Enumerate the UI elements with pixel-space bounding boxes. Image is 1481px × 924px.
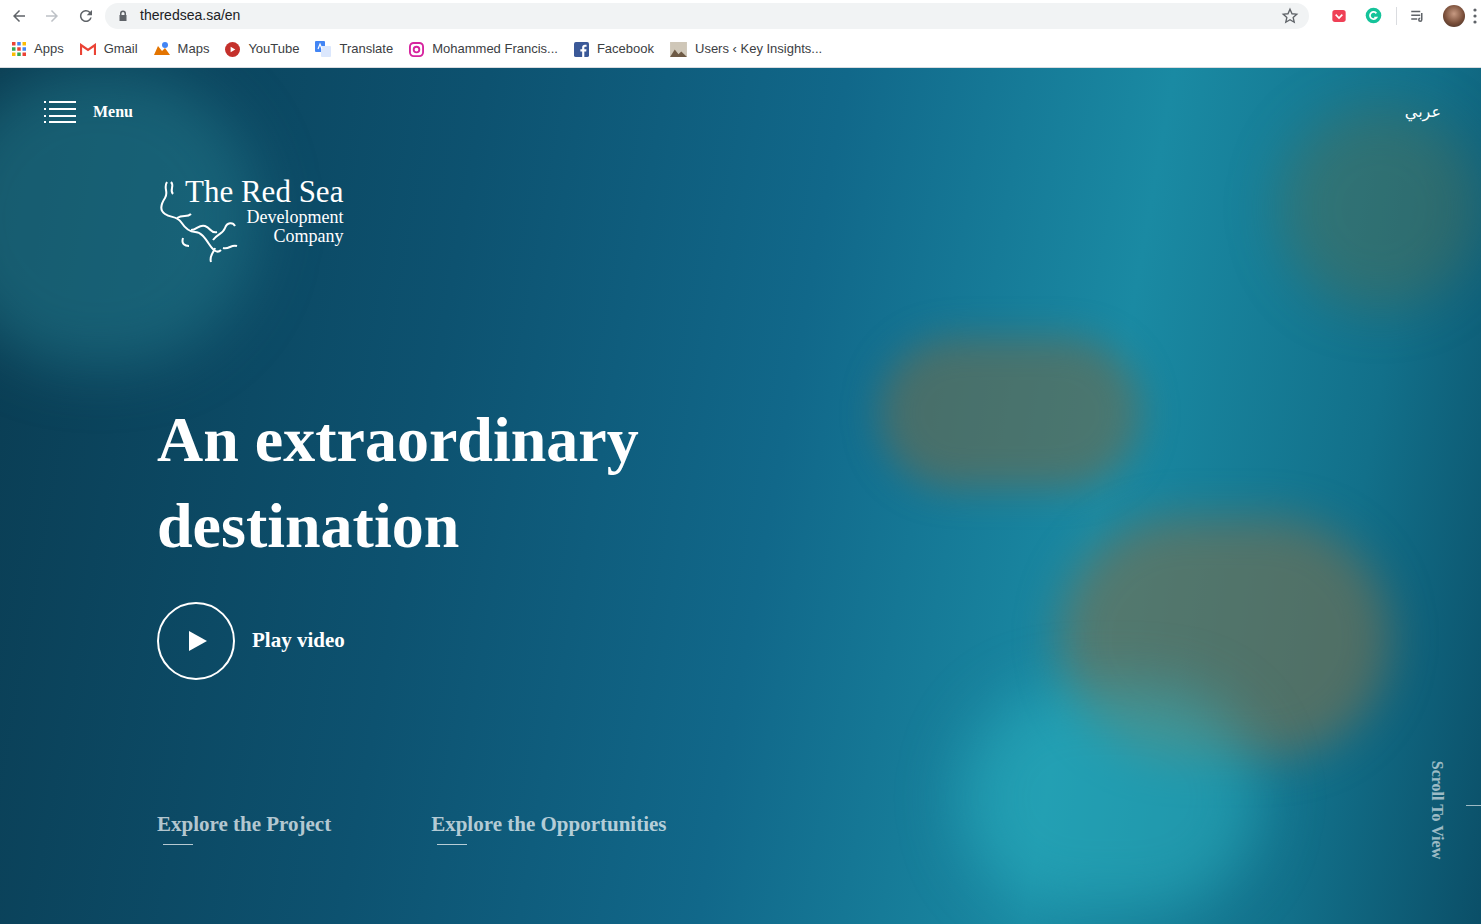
- bookmark[interactable]: Mohammed Francis...: [409, 39, 558, 59]
- bookmark-label: Apps: [34, 39, 64, 59]
- youtube-icon: [225, 42, 240, 57]
- headline-line: An extraordinary: [157, 397, 1481, 483]
- bookmark-label: Gmail: [104, 39, 138, 59]
- logo[interactable]: The Red Sea Development Company: [157, 176, 367, 266]
- bookmark-label: Users ‹ Key Insights...: [695, 39, 822, 59]
- explore-link[interactable]: Explore the Project: [157, 810, 331, 845]
- more-icon[interactable]: [1473, 8, 1477, 24]
- explore-link[interactable]: Explore the Opportunities: [431, 810, 666, 845]
- bookmark[interactable]: YouTube: [225, 39, 299, 59]
- link-underline: [163, 844, 193, 845]
- translate-icon: [315, 41, 331, 57]
- apps-icon: [12, 42, 26, 56]
- bookmark[interactable]: Gmail: [80, 39, 138, 59]
- bookmark[interactable]: Translate: [315, 39, 393, 59]
- bookmark-label: YouTube: [248, 39, 299, 59]
- headline-line: destination: [157, 483, 1481, 569]
- bookmarks-bar: Apps Gmail Maps YouTube Translate Mohammed Fr…: [0, 31, 1481, 67]
- maps-icon: [154, 41, 170, 57]
- logo-title: The Red Sea: [185, 176, 343, 208]
- website-icon: [670, 42, 687, 57]
- gmail-icon: [80, 43, 96, 55]
- media-icon[interactable]: [1409, 7, 1427, 25]
- facebook-icon: [574, 42, 589, 57]
- lock-icon: [117, 10, 129, 22]
- hamburger-icon: [44, 101, 76, 123]
- instagram-icon: [409, 42, 424, 57]
- logo-line: Company: [273, 227, 343, 246]
- grammarly-icon[interactable]: [1365, 7, 1382, 24]
- bookmark[interactable]: Facebook: [574, 39, 654, 59]
- headline: An extraordinarydestination: [157, 397, 1481, 569]
- explore-links: Explore the Project Explore the Opportuni…: [157, 810, 1481, 845]
- star-icon[interactable]: [1281, 7, 1299, 25]
- bookmark-label: Maps: [178, 39, 210, 59]
- url-text[interactable]: theredsea.sa/en: [140, 5, 240, 26]
- bookmark[interactable]: Maps: [154, 39, 210, 59]
- profile-avatar[interactable]: [1443, 5, 1465, 27]
- reload-icon[interactable]: [77, 7, 95, 25]
- browser-chrome: theredsea.sa/en Apps Gmail Maps YouTube Tran…: [0, 0, 1481, 68]
- bookmark-label: Facebook: [597, 39, 654, 59]
- hero: Menu عربي The Red Sea Development Compan…: [0, 68, 1481, 924]
- link-underline: [437, 844, 467, 845]
- play-video-button[interactable]: Play video: [157, 602, 1481, 680]
- play-icon: [189, 631, 207, 651]
- bookmark-label: Mohammed Francis...: [432, 39, 558, 59]
- logo-line: Development: [246, 208, 343, 227]
- bookmark-label: Translate: [339, 39, 393, 59]
- bookmark[interactable]: Users ‹ Key Insights...: [670, 39, 822, 59]
- address-bar[interactable]: theredsea.sa/en: [105, 3, 1309, 29]
- explore-link-label: Explore the Project: [157, 810, 331, 838]
- menu-label: Menu: [93, 100, 133, 124]
- bookmark[interactable]: Apps: [12, 39, 64, 59]
- toolbar: theredsea.sa/en: [0, 0, 1481, 31]
- explore-link-label: Explore the Opportunities: [431, 810, 666, 838]
- play-label: Play video: [252, 625, 345, 657]
- back-icon[interactable]: [10, 7, 28, 25]
- menu-button[interactable]: Menu: [44, 100, 133, 124]
- scroll-hint[interactable]: Scroll To View: [1425, 745, 1449, 875]
- forward-icon[interactable]: [43, 7, 61, 25]
- language-toggle[interactable]: عربي: [1405, 100, 1441, 124]
- pocket-icon[interactable]: [1331, 8, 1347, 24]
